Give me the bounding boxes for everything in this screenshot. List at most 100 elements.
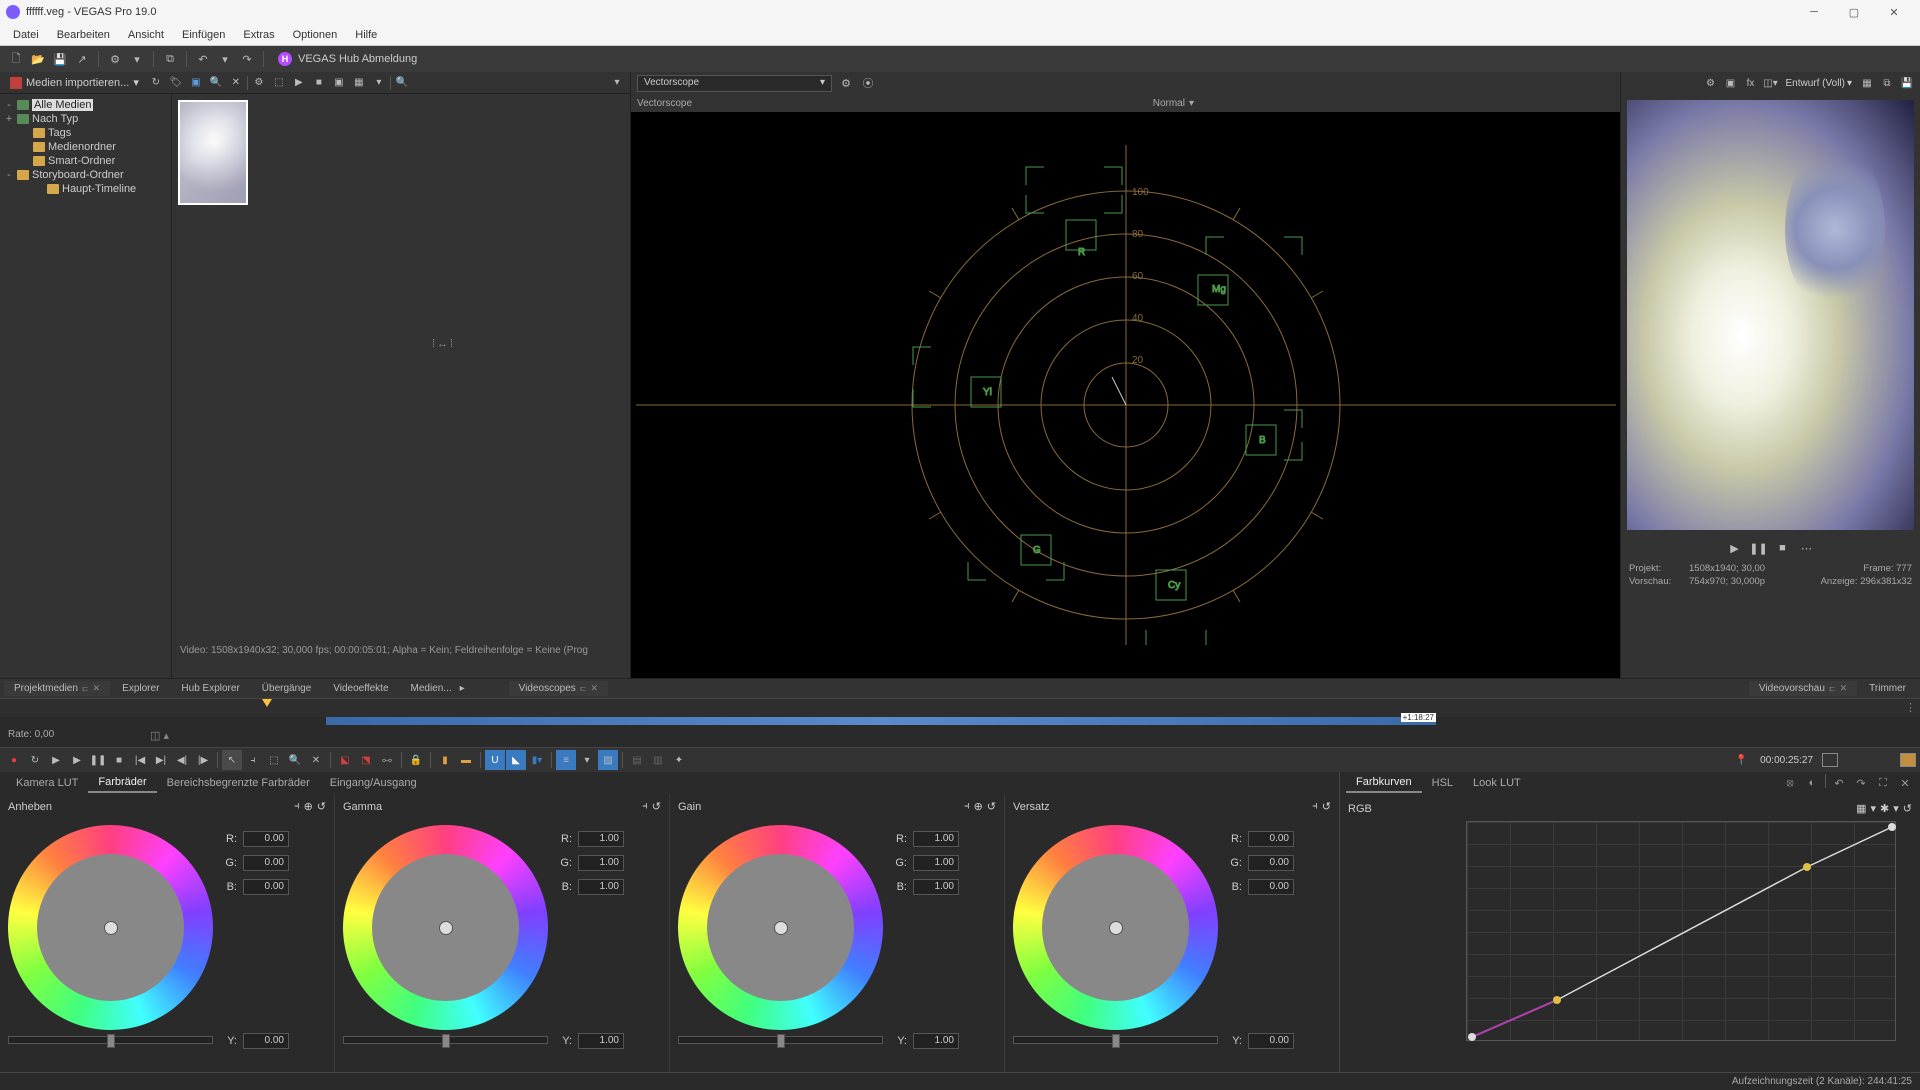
- tab-uebergaenge[interactable]: Übergänge: [252, 681, 321, 696]
- chevron-down-icon[interactable]: ▾: [127, 49, 147, 69]
- cg-compare-icon[interactable]: ◐: [1803, 774, 1821, 792]
- y-value[interactable]: 1.00: [578, 1033, 624, 1049]
- wheel-slider[interactable]: [343, 1036, 548, 1044]
- wheel-reset-icon[interactable]: ↺: [1322, 800, 1331, 813]
- tab-videovorschau[interactable]: Videovorschau⊏✕: [1749, 681, 1857, 696]
- chevron-down-icon[interactable]: ▾: [1871, 802, 1877, 815]
- chevron-down-icon[interactable]: ▾: [1893, 802, 1899, 815]
- wheel-handle[interactable]: [774, 921, 788, 935]
- play-icon[interactable]: ▶: [67, 750, 87, 770]
- close-button[interactable]: ✕: [1874, 0, 1914, 24]
- timeline-area[interactable]: +1:18:27 Rate: 0,00 ◫ ▴ ⋮: [0, 698, 1920, 748]
- media-thumbnail-area[interactable]: ⁞↔⁞ Video: 1508x1940x32; 30,000 fps; 00:…: [172, 94, 630, 678]
- preview-quality-dropdown[interactable]: Entwurf (Voll)▾: [1786, 78, 1853, 89]
- color-wheel[interactable]: [678, 825, 883, 1030]
- wheel-picker-icon[interactable]: ⊕: [974, 800, 983, 813]
- loop-icon[interactable]: ↻: [25, 750, 45, 770]
- scope-gear-icon[interactable]: ⚙: [838, 75, 854, 91]
- media-gear-icon[interactable]: ⚙: [250, 74, 268, 92]
- timecode-options-icon[interactable]: [1822, 753, 1838, 767]
- play-start-icon[interactable]: ▶: [46, 750, 66, 770]
- menu-bearbeiten[interactable]: Bearbeiten: [48, 29, 119, 41]
- preview-more-icon[interactable]: ⋯: [1798, 539, 1816, 557]
- undo-drop-icon[interactable]: ▾: [215, 49, 235, 69]
- import-media-button[interactable]: Medien importieren... ▾: [4, 76, 145, 89]
- tab-explorer[interactable]: Explorer: [112, 681, 169, 696]
- media-search-icon[interactable]: 🔍: [207, 74, 225, 92]
- cg-redo-icon[interactable]: ↷: [1852, 774, 1870, 792]
- autoripple-icon[interactable]: ≡: [556, 750, 576, 770]
- properties-icon[interactable]: ⚙: [105, 49, 125, 69]
- envelope-tool-icon[interactable]: ⫞: [243, 750, 263, 770]
- tab-hub-explorer[interactable]: Hub Explorer: [171, 681, 249, 696]
- cgtab-hsl[interactable]: HSL: [1422, 774, 1463, 792]
- wheel-slider[interactable]: [678, 1036, 883, 1044]
- media-thumbnail[interactable]: [178, 100, 248, 205]
- y-value[interactable]: 0.00: [1248, 1033, 1294, 1049]
- b-value[interactable]: 0.00: [243, 879, 289, 895]
- new-project-icon[interactable]: 🗋: [6, 49, 26, 69]
- minimize-button[interactable]: ─: [1794, 0, 1834, 24]
- preview-play-icon[interactable]: ▶: [1726, 539, 1744, 557]
- tab-videoscopes[interactable]: Videoscopes⊏✕: [509, 681, 608, 696]
- menu-einfuegen[interactable]: Einfügen: [173, 29, 234, 41]
- media-view-icon[interactable]: ▦: [350, 74, 368, 92]
- redo-icon[interactable]: ↷: [237, 49, 257, 69]
- curve-reset-icon[interactable]: ↺: [1903, 802, 1912, 815]
- trim-start-icon[interactable]: ⬕: [335, 750, 355, 770]
- timecode-display[interactable]: 00:00:25:27: [1760, 755, 1813, 766]
- cgtab-farbraeder[interactable]: Farbräder: [88, 773, 156, 793]
- hub-logout-label[interactable]: VEGAS Hub Abmeldung: [298, 53, 417, 65]
- zoom-tool-icon[interactable]: 🔍: [285, 750, 305, 770]
- wheel-tool-icon[interactable]: ⫞: [642, 800, 648, 813]
- wheel-handle[interactable]: [1109, 921, 1123, 935]
- media-remove-icon[interactable]: ✕: [227, 74, 245, 92]
- wheel-slider[interactable]: [1013, 1036, 1218, 1044]
- split-icon[interactable]: ⧟: [377, 750, 397, 770]
- wheel-handle[interactable]: [104, 921, 118, 935]
- selection-edit-icon[interactable]: ⬚: [264, 750, 284, 770]
- delete-icon[interactable]: ✕: [306, 750, 326, 770]
- cg-undo-icon[interactable]: ↶: [1830, 774, 1848, 792]
- curve-auto-icon[interactable]: ✱: [1880, 802, 1889, 815]
- media-fx-icon[interactable]: ⬚: [270, 74, 288, 92]
- chevron-down-icon[interactable]: ▾: [370, 74, 388, 92]
- preview-pause-icon[interactable]: ❚❚: [1750, 539, 1768, 557]
- next-frame-icon[interactable]: |▶: [193, 750, 213, 770]
- preview-overlay-icon[interactable]: ⧉: [1878, 74, 1896, 92]
- tree-node-tags[interactable]: Tags: [0, 126, 171, 140]
- tool-b-icon[interactable]: ▥: [648, 750, 668, 770]
- undo-icon[interactable]: ↶: [193, 49, 213, 69]
- preview-gear-icon[interactable]: ⚙: [1702, 74, 1720, 92]
- stop-icon[interactable]: ■: [109, 750, 129, 770]
- media-tag-icon[interactable]: 🏷: [167, 74, 185, 92]
- cg-expand-icon[interactable]: ⛶: [1874, 774, 1892, 792]
- wheel-tool-icon[interactable]: ⫞: [964, 800, 970, 813]
- go-start-icon[interactable]: |◀: [130, 750, 150, 770]
- crossfade-icon[interactable]: ▨: [598, 750, 618, 770]
- color-wheel[interactable]: [1013, 825, 1218, 1030]
- tree-node-alle-medien[interactable]: -Alle Medien: [0, 98, 171, 112]
- y-value[interactable]: 0.00: [243, 1033, 289, 1049]
- tab-projektmedien[interactable]: Projektmedien⊏✕: [4, 681, 110, 696]
- save-icon[interactable]: 💾: [50, 49, 70, 69]
- tab-videoeffekte[interactable]: Videoeffekte: [323, 681, 398, 696]
- preview-fx-icon[interactable]: fx: [1742, 74, 1760, 92]
- wheel-tool-icon[interactable]: ⫞: [1312, 800, 1318, 813]
- menu-optionen[interactable]: Optionen: [284, 29, 347, 41]
- lock-icon[interactable]: 🔒: [406, 750, 426, 770]
- r-value[interactable]: 1.00: [578, 831, 624, 847]
- marker-icon[interactable]: ▮: [435, 750, 455, 770]
- chevron-down-icon[interactable]: ▾: [577, 750, 597, 770]
- tool-a-icon[interactable]: ▤: [627, 750, 647, 770]
- color-wheel[interactable]: [8, 825, 213, 1030]
- playhead-cursor-icon[interactable]: [262, 699, 272, 707]
- media-play-icon[interactable]: ▶: [290, 74, 308, 92]
- preview-stop-icon[interactable]: ■: [1774, 539, 1792, 557]
- cg-bypass-icon[interactable]: ⦻: [1781, 774, 1799, 792]
- timeline-more-icon[interactable]: ⋮: [1905, 701, 1916, 714]
- rate-reset-icon[interactable]: ◫ ▴: [150, 729, 169, 742]
- cgtab-bereichsbegrenzte[interactable]: Bereichsbegrenzte Farbräder: [157, 774, 320, 792]
- g-value[interactable]: 1.00: [578, 855, 624, 871]
- tree-node-haupt-timeline[interactable]: Haupt-Timeline: [0, 182, 171, 196]
